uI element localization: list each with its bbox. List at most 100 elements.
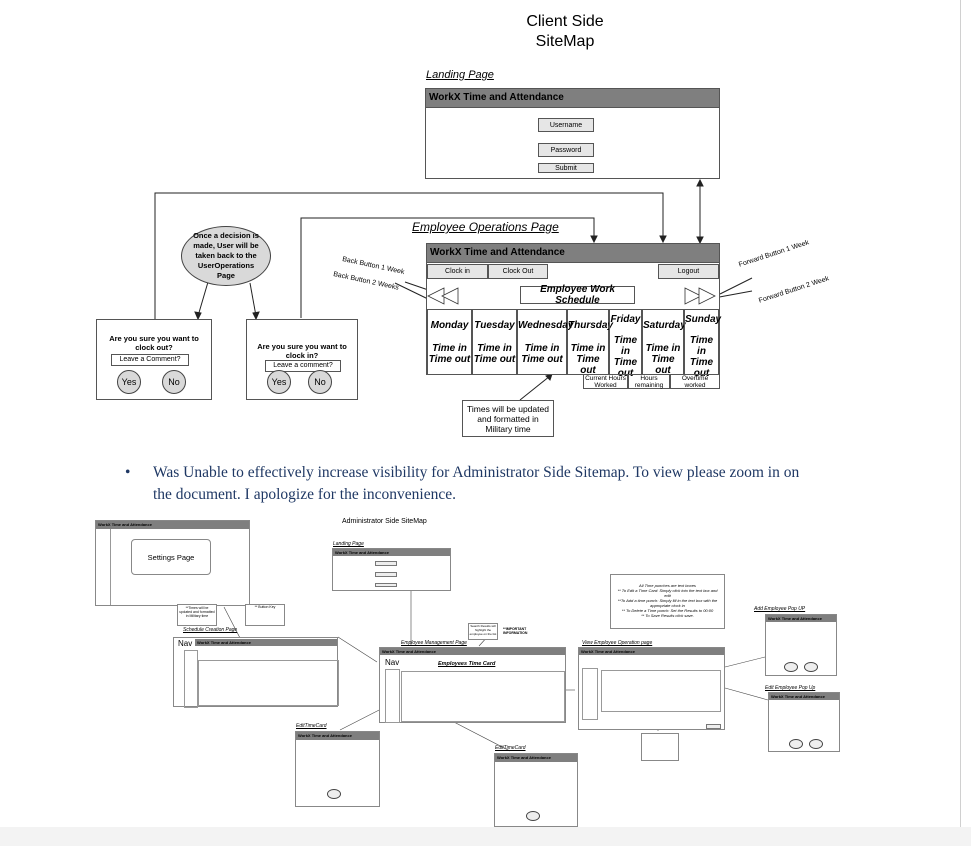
- admin-landing-password[interactable]: [375, 572, 397, 577]
- admin-landing-username[interactable]: [375, 561, 397, 566]
- admin-title: Administrator Side SiteMap: [342, 518, 427, 525]
- admin-view-emp-page: WorkX Time and Attendance: [578, 647, 725, 730]
- admin-edit-tc-header-1: WorkX Time and Attendance: [296, 732, 379, 740]
- clock-in-button[interactable]: Clock in: [427, 264, 488, 279]
- username-field[interactable]: Username: [538, 118, 594, 132]
- ops-page-label: Employee Operations Page: [412, 220, 559, 234]
- admin-edit-tc-save-1[interactable]: [327, 789, 341, 799]
- admin-search-note: Search Results will highlight the employ…: [468, 623, 498, 640]
- admin-edit-tc-label-1: EditTimeCard: [296, 723, 327, 729]
- clockout-comment-field[interactable]: Leave a Comment?: [111, 354, 189, 366]
- day-column-wednesday: Wednesday Time in Time out: [517, 309, 573, 375]
- admin-edit-tc-page-1: WorkX Time and Attendance: [295, 731, 380, 807]
- clockout-question: Are you sure you want to clock out?: [109, 334, 199, 352]
- password-field[interactable]: Password: [538, 143, 594, 157]
- military-time-note: Times will be updated and formatted in M…: [462, 400, 554, 437]
- day-column-friday: Friday Time in Time out: [609, 309, 642, 379]
- stat-box-0: Current Hours Worked: [583, 374, 628, 389]
- admin-emp-mgmt-label: Employee Management Page: [401, 640, 467, 646]
- day-name: Friday: [610, 314, 641, 325]
- clockin-question: Are you sure you want to clock in?: [257, 342, 347, 360]
- day-times[interactable]: Time in Time out: [643, 343, 683, 376]
- admin-add-emp-header: WorkX Time and Attendance: [766, 615, 836, 622]
- day-times[interactable]: Time in Time out: [473, 343, 516, 365]
- bottom-status-bar: [0, 827, 971, 846]
- admin-settings-side: [96, 529, 111, 605]
- admin-view-emp-label: View Employee Operation page: [582, 640, 653, 646]
- admin-edit-emp-confirm[interactable]: [789, 739, 803, 749]
- forward-arrows[interactable]: [683, 286, 719, 306]
- day-name: Monday: [430, 320, 469, 331]
- admin-button-key-text: ** Button Key: [254, 605, 276, 609]
- admin-times-note-text: **Times will be updated and formatted in…: [179, 606, 215, 618]
- admin-search-note-text: Search Results will highlight the employ…: [469, 624, 497, 636]
- day-name: Tuesday: [474, 320, 515, 331]
- admin-add-emp-cancel[interactable]: [804, 662, 818, 672]
- clock-out-button[interactable]: Clock Out: [488, 264, 548, 279]
- admin-view-emp-back[interactable]: [706, 724, 721, 729]
- scrollbar-track[interactable]: [960, 0, 961, 827]
- back-arrows[interactable]: [426, 286, 462, 306]
- day-times[interactable]: Time in Time out: [518, 343, 566, 365]
- admin-add-emp-confirm[interactable]: [784, 662, 798, 672]
- admin-landing-submit[interactable]: [375, 583, 397, 587]
- stat-box-2: Overtime worked: [670, 374, 720, 389]
- admin-settings-label: Settings Page: [131, 539, 211, 575]
- admin-settings-header: WorkX Time and Attendance: [96, 521, 249, 529]
- admin-edit-tc-header-2: WorkX Time and Attendance: [495, 754, 577, 762]
- admin-edit-tc-label-2: EditTimeCard: [495, 745, 526, 751]
- day-name: Sunday: [685, 314, 722, 325]
- stat-box-1: Hours remaining: [628, 374, 670, 389]
- day-column-saturday: Saturday Time in Time out: [642, 309, 686, 376]
- admin-emp-mgmt-header: WorkX Time and Attendance: [380, 648, 565, 655]
- admin-emp-mgmt-table: [401, 671, 565, 722]
- admin-edit-emp-popup: WorkX Time and Attendance: [768, 692, 840, 752]
- day-name: Thursday: [568, 320, 614, 331]
- admin-view-emp-table: [601, 670, 721, 712]
- admin-schedule-sidebar: [184, 650, 198, 708]
- admin-edit-tc-page-2: WorkX Time and Attendance: [494, 753, 578, 827]
- ops-header: WorkX Time and Attendance: [426, 243, 720, 263]
- day-times[interactable]: Time in Time out: [685, 335, 718, 379]
- admin-edit-emp-cancel[interactable]: [809, 739, 823, 749]
- day-name: Saturday: [643, 320, 686, 331]
- day-column-thursday: Thursday Time in Time out: [567, 309, 614, 376]
- day-column-monday: Monday Time in Time out: [427, 309, 472, 375]
- admin-punch-note: All Time punches are text boxes ** To Ed…: [610, 574, 725, 629]
- admin-view-emp-header: WorkX Time and Attendance: [579, 648, 724, 655]
- bullet-dot: •: [125, 464, 131, 481]
- admin-emp-mgmt-sidebar: [385, 669, 400, 723]
- clockin-dialog: Are you sure you want to clock in? Leave…: [246, 319, 358, 400]
- admin-times-note: **Times will be updated and formatted in…: [177, 604, 217, 626]
- logout-button[interactable]: Logout: [658, 264, 719, 279]
- decision-note-oval: Once a decision is made, User will be ta…: [181, 226, 271, 286]
- submit-button[interactable]: Submit: [538, 163, 594, 173]
- admin-settings-page: WorkX Time and Attendance Settings Page: [95, 520, 250, 606]
- admin-edit-tc-save-2[interactable]: [526, 811, 540, 821]
- admin-emp-mgmt-page: WorkX Time and Attendance Nav Employees …: [379, 647, 566, 723]
- admin-view-emp-sidebar: [582, 668, 598, 720]
- day-times[interactable]: Time in Time out: [610, 335, 641, 379]
- admin-add-emp-popup: WorkX Time and Attendance: [765, 614, 837, 676]
- clockout-dialog: Are you sure you want to clock out? Leav…: [96, 319, 212, 400]
- landing-page-label: Landing Page: [426, 69, 494, 81]
- day-column-sunday: Sunday Time in Time out: [684, 309, 722, 379]
- admin-landing-header: WorkX Time and Attendance: [333, 549, 450, 556]
- admin-edit-emp-header: WorkX Time and Attendance: [769, 693, 839, 700]
- clockout-no-button[interactable]: No: [162, 370, 186, 394]
- admin-landing-page: WorkX Time and Attendance: [332, 548, 451, 591]
- admin-schedule-header: WorkX Time and Attendance: [195, 639, 337, 646]
- admin-punch-note-text: All Time punches are text boxes ** To Ed…: [617, 583, 718, 618]
- military-time-note-text: Times will be updated and formatted in M…: [467, 403, 549, 434]
- admin-employees-tc-title: Employees Time Card: [438, 661, 496, 667]
- day-column-tuesday: Tuesday Time in Time out: [472, 309, 517, 375]
- bullet-note: • Was Unable to effectively increase vis…: [125, 462, 815, 506]
- admin-schedule-label: Schedule Creation Page: [183, 627, 238, 633]
- landing-header: WorkX Time and Attendance: [425, 88, 720, 108]
- day-times[interactable]: Time in Time out: [568, 343, 608, 376]
- clockin-yes-button[interactable]: Yes: [267, 370, 291, 394]
- clockin-no-button[interactable]: No: [308, 370, 332, 394]
- day-times[interactable]: Time in Time out: [428, 343, 471, 365]
- admin-add-emp-label: Add Employee Pop UP: [754, 606, 806, 612]
- clockout-yes-button[interactable]: Yes: [117, 370, 141, 394]
